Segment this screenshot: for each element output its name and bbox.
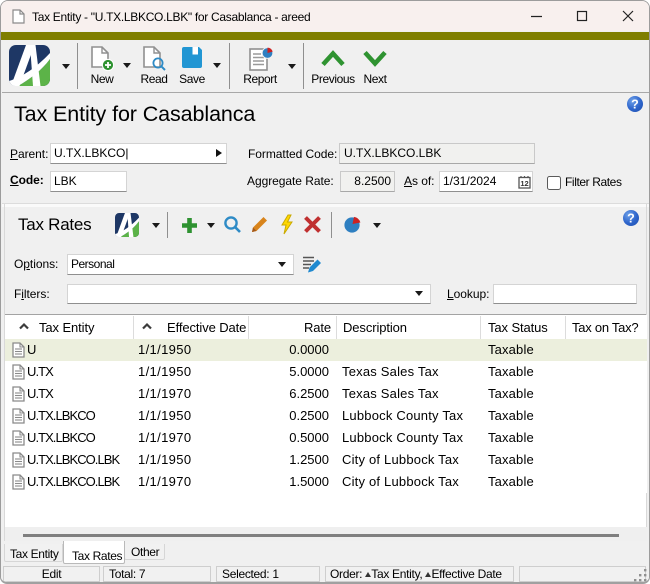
svg-text:12: 12	[520, 179, 528, 188]
svg-text:?: ?	[631, 98, 639, 112]
